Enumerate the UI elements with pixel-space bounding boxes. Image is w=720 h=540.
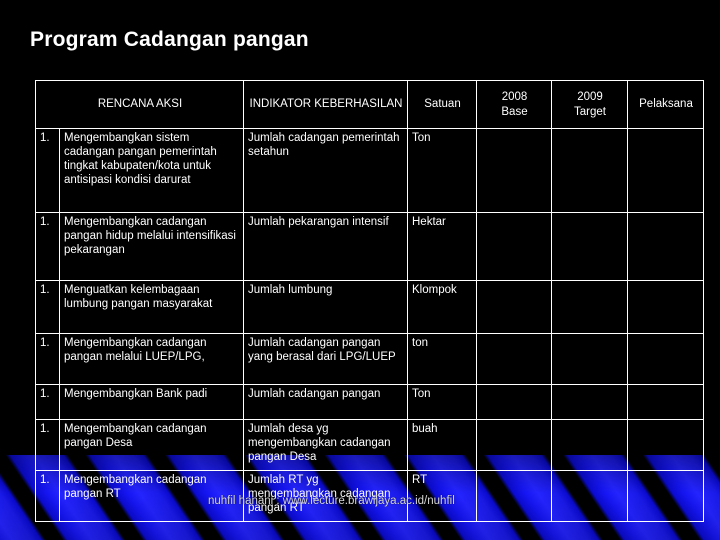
action-plan-table: RENCANA AKSI INDIKATOR KEBERHASILAN Satu…: [35, 80, 704, 522]
table-row: 1. Mengembangkan cadangan pangan melalui…: [35, 333, 704, 385]
column-header-base: 2008 Base: [476, 80, 552, 129]
row-number: 1.: [35, 470, 60, 522]
cell-base: [476, 128, 552, 213]
cell-indikator: Jumlah cadangan pangan: [243, 384, 408, 420]
row-number: 1.: [35, 384, 60, 420]
table-header: RENCANA AKSI INDIKATOR KEBERHASILAN Satu…: [35, 80, 704, 129]
cell-satuan: ton: [407, 333, 477, 385]
row-number: 1.: [35, 419, 60, 471]
row-number: 1.: [35, 128, 60, 213]
cell-satuan: Hektar: [407, 212, 477, 281]
cell-target: [551, 212, 628, 281]
cell-rencana-aksi: Mengembangkan Bank padi: [59, 384, 244, 420]
row-number: 1.: [35, 280, 60, 334]
footer-credit: nuhfil hanani : www.lecture.brawijaya.ac…: [208, 495, 455, 507]
cell-pelaksana: [627, 333, 704, 385]
cell-indikator: Jumlah lumbung: [243, 280, 408, 334]
column-header-target: 2009 Target: [551, 80, 628, 129]
cell-target: [551, 333, 628, 385]
header-row: RENCANA AKSI INDIKATOR KEBERHASILAN Satu…: [35, 80, 704, 129]
cell-target: [551, 384, 628, 420]
column-header-indikator: INDIKATOR KEBERHASILAN: [243, 80, 408, 129]
table-body: 1. Mengembangkan sistem cadangan pangan …: [35, 128, 704, 522]
cell-indikator: Jumlah cadangan pemerintah setahun: [243, 128, 408, 213]
cell-satuan: Ton: [407, 384, 477, 420]
cell-indikator: Jumlah pekarangan intensif: [243, 212, 408, 281]
cell-rencana-aksi: Menguatkan kelembagaan lumbung pangan ma…: [59, 280, 244, 334]
column-header-target-label: Target: [574, 105, 606, 118]
cell-satuan: Klompok: [407, 280, 477, 334]
cell-base: [476, 280, 552, 334]
cell-base: [476, 470, 552, 522]
cell-target: [551, 280, 628, 334]
column-header-satuan: Satuan: [407, 80, 477, 129]
cell-base: [476, 419, 552, 471]
column-header-base-year: 2008: [501, 91, 528, 104]
cell-satuan: Ton: [407, 128, 477, 213]
page-title: Program Cadangan pangan: [30, 28, 309, 51]
cell-indikator: Jumlah desa yg mengembangkan cadangan pa…: [243, 419, 408, 471]
cell-base: [476, 212, 552, 281]
cell-target: [551, 470, 628, 522]
cell-rencana-aksi: Mengembangkan sistem cadangan pangan pem…: [59, 128, 244, 213]
cell-target: [551, 419, 628, 471]
table: RENCANA AKSI INDIKATOR KEBERHASILAN Satu…: [35, 80, 704, 522]
cell-pelaksana: [627, 470, 704, 522]
cell-pelaksana: [627, 384, 704, 420]
table-row: 1. Mengembangkan cadangan pangan Desa Ju…: [35, 419, 704, 471]
column-header-base-label: Base: [501, 105, 528, 118]
row-number: 1.: [35, 333, 60, 385]
column-header-target-year: 2009: [577, 91, 603, 104]
table-row: 1. Mengembangkan Bank padi Jumlah cadang…: [35, 384, 704, 420]
column-header-rencana-aksi: RENCANA AKSI: [35, 80, 244, 129]
cell-pelaksana: [627, 280, 704, 334]
table-row: 1. Menguatkan kelembagaan lumbung pangan…: [35, 280, 704, 334]
cell-pelaksana: [627, 212, 704, 281]
row-number: 1.: [35, 212, 60, 281]
cell-base: [476, 384, 552, 420]
cell-rencana-aksi: Mengembangkan cadangan pangan melalui LU…: [59, 333, 244, 385]
cell-base: [476, 333, 552, 385]
cell-target: [551, 128, 628, 213]
cell-rencana-aksi: Mengembangkan cadangan pangan Desa: [59, 419, 244, 471]
table-row: 1. Mengembangkan cadangan pangan hidup m…: [35, 212, 704, 281]
column-header-pelaksana: Pelaksana: [627, 80, 704, 129]
cell-rencana-aksi: Mengembangkan cadangan pangan hidup mela…: [59, 212, 244, 281]
cell-indikator: Jumlah cadangan pangan yang berasal dari…: [243, 333, 408, 385]
cell-pelaksana: [627, 128, 704, 213]
cell-pelaksana: [627, 419, 704, 471]
slide-canvas: Program Cadangan pangan RENCANA AKSI IND…: [0, 0, 720, 540]
cell-satuan: buah: [407, 419, 477, 471]
table-row: 1. Mengembangkan sistem cadangan pangan …: [35, 128, 704, 213]
